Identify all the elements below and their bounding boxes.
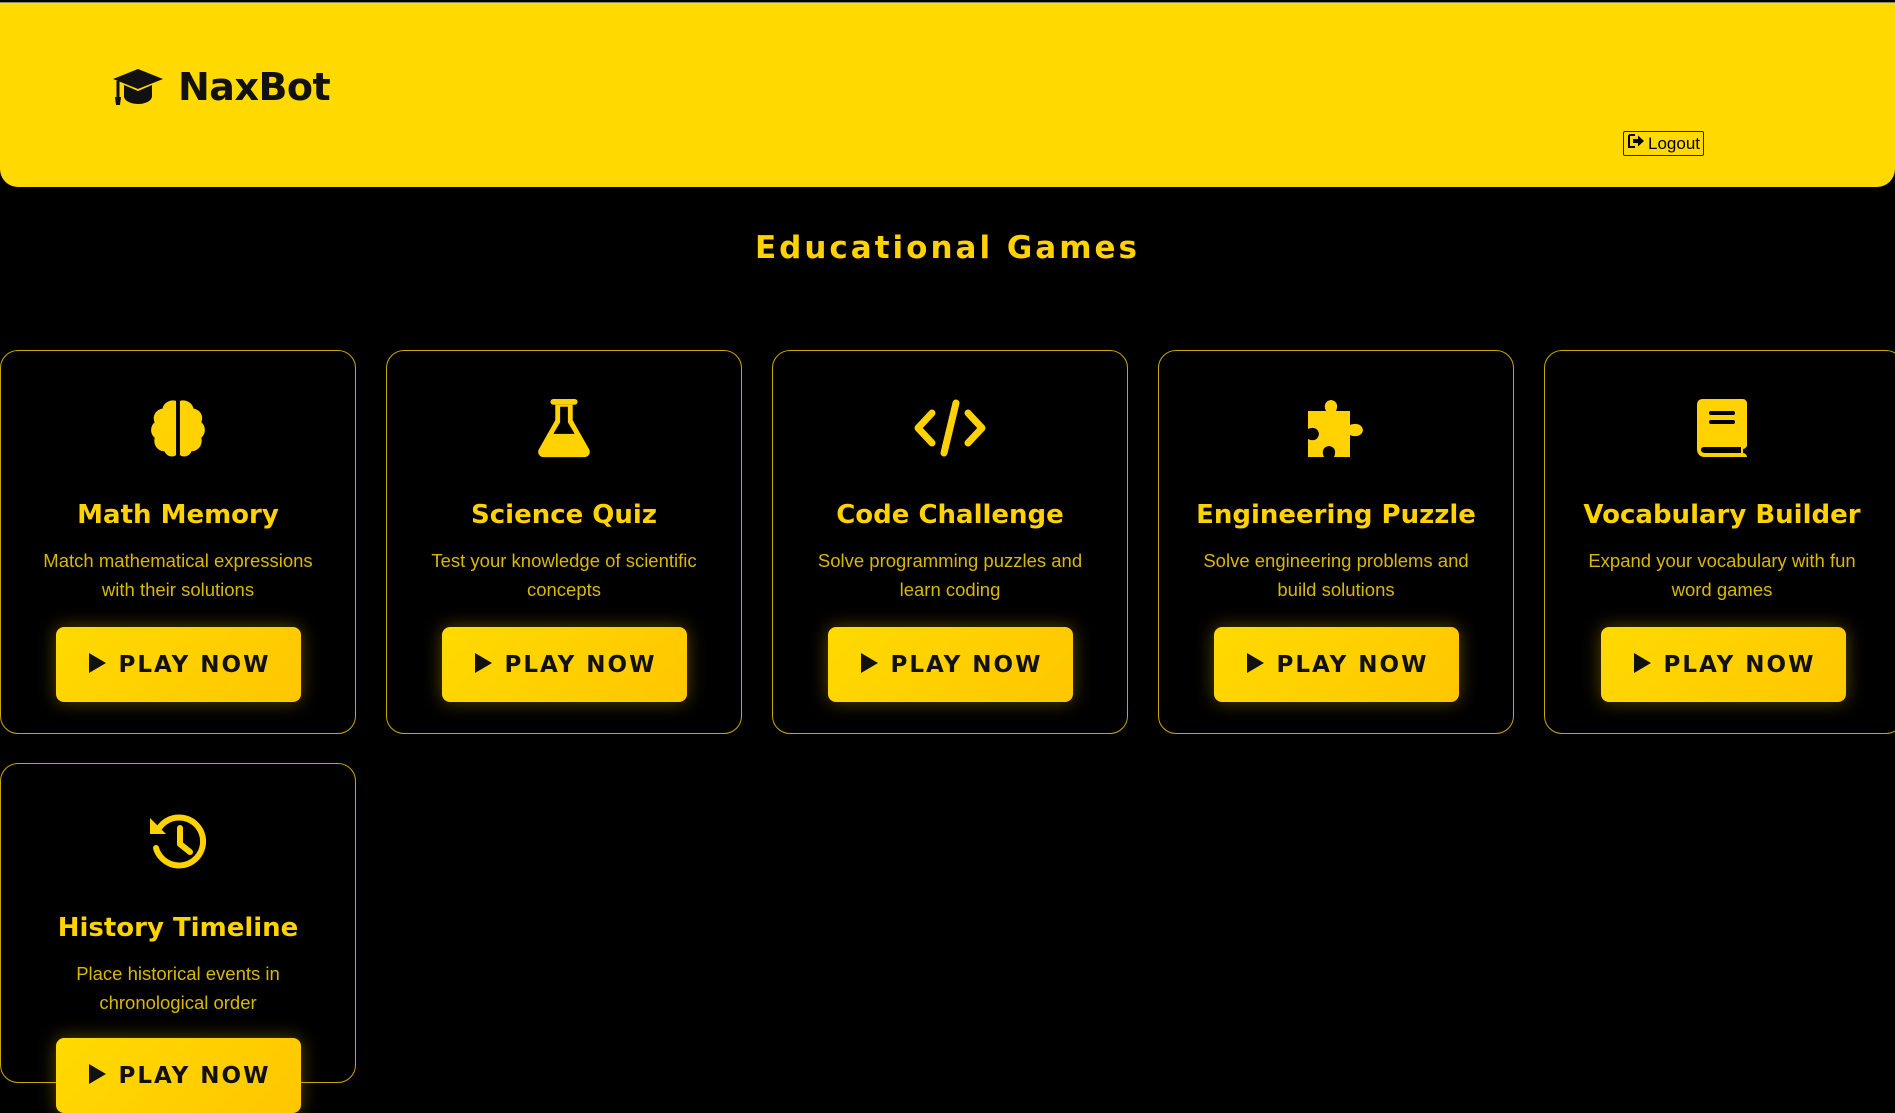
play-now-label: PLAY NOW bbox=[118, 1062, 271, 1089]
play-now-label: PLAY NOW bbox=[118, 651, 271, 678]
play-now-button[interactable]: PLAY NOW bbox=[56, 1038, 301, 1113]
logout-icon bbox=[1627, 133, 1645, 154]
game-title: Science Quiz bbox=[471, 500, 657, 530]
play-now-button[interactable]: PLAY NOW bbox=[442, 627, 687, 702]
play-now-label: PLAY NOW bbox=[1663, 651, 1816, 678]
game-description: Match mathematical expressions with thei… bbox=[43, 550, 313, 600]
puzzle-icon bbox=[1159, 397, 1513, 461]
brain-icon bbox=[1, 397, 355, 459]
page-title: Educational Games bbox=[754, 230, 1141, 266]
play-icon bbox=[859, 652, 879, 678]
play-now-button[interactable]: PLAY NOW bbox=[1214, 627, 1459, 702]
game-title: History Timeline bbox=[57, 913, 299, 943]
play-icon bbox=[1245, 652, 1265, 678]
game-title: Code Challenge bbox=[836, 500, 1064, 530]
flask-icon bbox=[387, 397, 741, 459]
game-description: Expand your vocabulary with fun word gam… bbox=[1588, 550, 1856, 600]
play-icon bbox=[473, 652, 493, 678]
game-title: Math Memory bbox=[77, 500, 279, 530]
play-icon bbox=[1632, 652, 1652, 678]
game-title: Vocabulary Builder bbox=[1583, 500, 1861, 530]
brand-name: NaxBot bbox=[178, 65, 331, 109]
game-title: Engineering Puzzle bbox=[1196, 500, 1476, 530]
play-now-label: PLAY NOW bbox=[890, 651, 1043, 678]
logout-label: Logout bbox=[1648, 133, 1700, 153]
logout-button[interactable]: Logout bbox=[1623, 131, 1704, 156]
book-icon bbox=[1545, 397, 1895, 459]
play-now-button[interactable]: PLAY NOW bbox=[828, 627, 1073, 702]
header: NaxBot Logout bbox=[0, 2, 1895, 187]
game-description: Place historical events in chronological… bbox=[76, 963, 280, 1013]
history-icon bbox=[1, 810, 355, 874]
game-description: Solve engineering problems and build sol… bbox=[1203, 550, 1469, 600]
brand[interactable]: NaxBot bbox=[112, 65, 331, 109]
play-now-button[interactable]: PLAY NOW bbox=[56, 627, 301, 702]
code-icon bbox=[773, 397, 1127, 459]
play-now-label: PLAY NOW bbox=[1276, 651, 1429, 678]
play-now-label: PLAY NOW bbox=[504, 651, 657, 678]
game-description: Solve programming puzzles and learn codi… bbox=[817, 550, 1083, 600]
play-icon bbox=[87, 652, 107, 678]
play-icon bbox=[87, 1063, 107, 1089]
graduation-cap-icon bbox=[112, 67, 164, 107]
play-now-button[interactable]: PLAY NOW bbox=[1601, 627, 1846, 702]
game-description: Test your knowledge of scientific concep… bbox=[431, 550, 697, 600]
